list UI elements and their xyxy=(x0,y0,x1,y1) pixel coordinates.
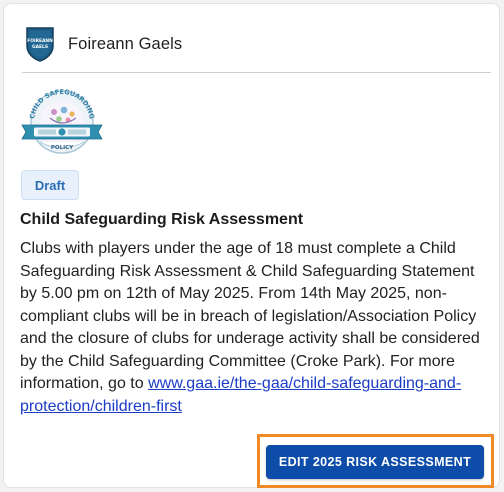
club-name: Foireann Gaels xyxy=(68,34,183,53)
risk-assessment-card: FOIREANN GAELS Foireann Gaels CHILD SAFE… xyxy=(3,3,500,488)
club-header: FOIREANN GAELS Foireann Gaels xyxy=(24,26,182,62)
card-description: Clubs with players under the age of 18 m… xyxy=(20,238,486,418)
crest-text-line2: GAELS xyxy=(32,44,48,50)
shield-crest-icon: FOIREANN GAELS xyxy=(26,27,54,62)
card-title: Child Safeguarding Risk Assessment xyxy=(20,211,304,228)
status-badge: Draft xyxy=(21,170,79,200)
crest-text-line1: FOIREANN xyxy=(27,38,53,44)
header-divider xyxy=(22,72,491,73)
edit-risk-assessment-button[interactable]: EDIT 2025 RISK ASSESSMENT xyxy=(266,445,484,479)
policy-bottom-text: POLICY xyxy=(51,145,74,151)
description-text: Clubs with players under the age of 18 m… xyxy=(20,240,480,392)
child-safeguarding-policy-logo-icon: CHILD SAFEGUARDING POLICY xyxy=(21,88,103,154)
